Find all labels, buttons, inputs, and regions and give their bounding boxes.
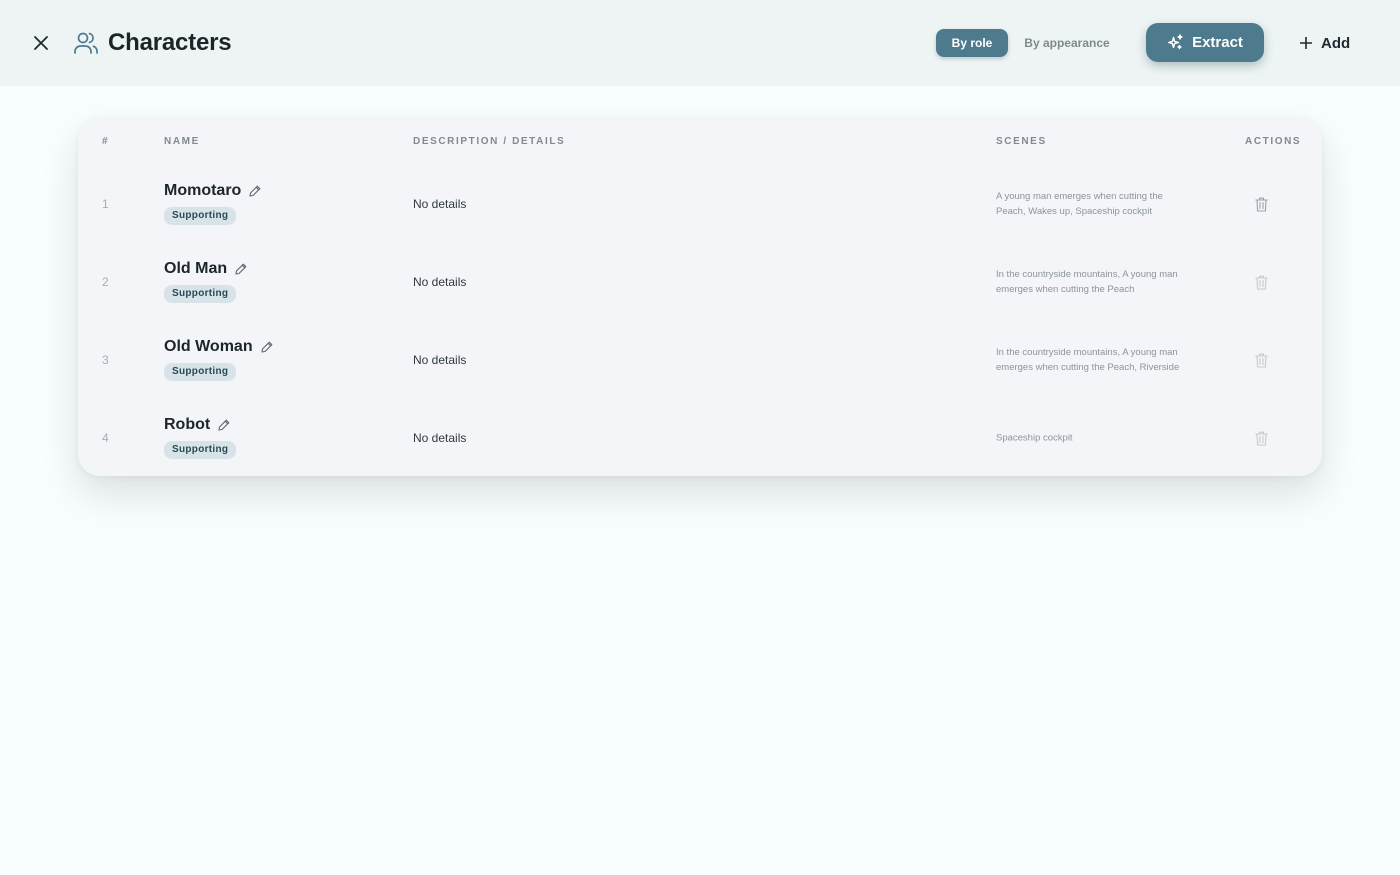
page-title: Characters bbox=[108, 29, 232, 56]
close-icon bbox=[34, 36, 48, 50]
plus-icon bbox=[1300, 37, 1312, 49]
by-appearance-toggle[interactable]: By appearance bbox=[1016, 29, 1118, 57]
character-scenes: In the countryside mountains, A young ma… bbox=[996, 269, 1178, 295]
column-header-name: NAME bbox=[164, 136, 200, 147]
users-icon bbox=[74, 32, 98, 54]
character-name: Robot bbox=[164, 416, 211, 433]
sparkles-icon bbox=[1167, 34, 1183, 50]
column-header-number: # bbox=[102, 136, 110, 147]
row-number: 3 bbox=[102, 353, 109, 367]
edit-name-button[interactable] bbox=[235, 263, 248, 276]
trash-icon bbox=[1254, 431, 1268, 446]
app-header: Characters By role By appearance Extract… bbox=[0, 0, 1400, 86]
delete-button[interactable] bbox=[1254, 196, 1268, 212]
role-badge: Supporting bbox=[164, 285, 237, 303]
character-scenes: Spaceship cockpit bbox=[996, 432, 1073, 444]
pencil-icon bbox=[261, 341, 272, 353]
edit-name-button[interactable] bbox=[249, 185, 262, 198]
column-header-scenes: SCENES bbox=[996, 136, 1047, 147]
add-label: Add bbox=[1321, 34, 1351, 52]
add-button[interactable]: Add bbox=[1300, 29, 1350, 57]
extract-button[interactable]: Extract bbox=[1146, 23, 1264, 62]
character-name: Old Man bbox=[164, 260, 228, 277]
trash-icon bbox=[1254, 275, 1268, 290]
edit-name-button[interactable] bbox=[261, 341, 274, 354]
character-name: Old Woman bbox=[164, 338, 253, 355]
character-details: No details bbox=[413, 197, 467, 211]
row-number: 2 bbox=[102, 275, 109, 289]
role-badge: Supporting bbox=[164, 207, 237, 225]
extract-label: Extract bbox=[1192, 34, 1243, 51]
character-details: No details bbox=[413, 353, 467, 367]
close-button[interactable] bbox=[28, 30, 54, 56]
column-header-actions: ACTIONS bbox=[1245, 136, 1302, 147]
role-badge: Supporting bbox=[164, 363, 237, 381]
delete-button[interactable] bbox=[1254, 352, 1268, 368]
table-row: 3 Old Woman Supporting No details In the… bbox=[78, 321, 1322, 399]
column-header-details: DESCRIPTION / DETAILS bbox=[413, 136, 566, 147]
by-role-toggle[interactable]: By role bbox=[936, 29, 1008, 57]
character-details: No details bbox=[413, 275, 467, 289]
pencil-icon bbox=[235, 263, 247, 275]
delete-button[interactable] bbox=[1254, 274, 1268, 290]
row-number: 4 bbox=[102, 431, 109, 445]
table-row: 2 Old Man Supporting No details In the c… bbox=[78, 243, 1322, 321]
character-details: No details bbox=[413, 431, 467, 445]
character-scenes: A young man emerges when cutting the Pea… bbox=[996, 191, 1163, 217]
trash-icon bbox=[1254, 353, 1268, 368]
pencil-icon bbox=[218, 419, 230, 431]
character-name: Momotaro bbox=[164, 182, 242, 199]
trash-icon bbox=[1254, 197, 1268, 212]
edit-name-button[interactable] bbox=[218, 419, 231, 432]
character-scenes: In the countryside mountains, A young ma… bbox=[996, 347, 1180, 373]
pencil-icon bbox=[249, 185, 261, 197]
table-row: 1 Momotaro Supporting No details A young… bbox=[78, 165, 1322, 243]
row-number: 1 bbox=[102, 197, 109, 211]
role-badge: Supporting bbox=[164, 441, 237, 459]
delete-button[interactable] bbox=[1254, 430, 1268, 446]
table-row: 4 Robot Supporting No details Spaceship … bbox=[78, 399, 1322, 477]
